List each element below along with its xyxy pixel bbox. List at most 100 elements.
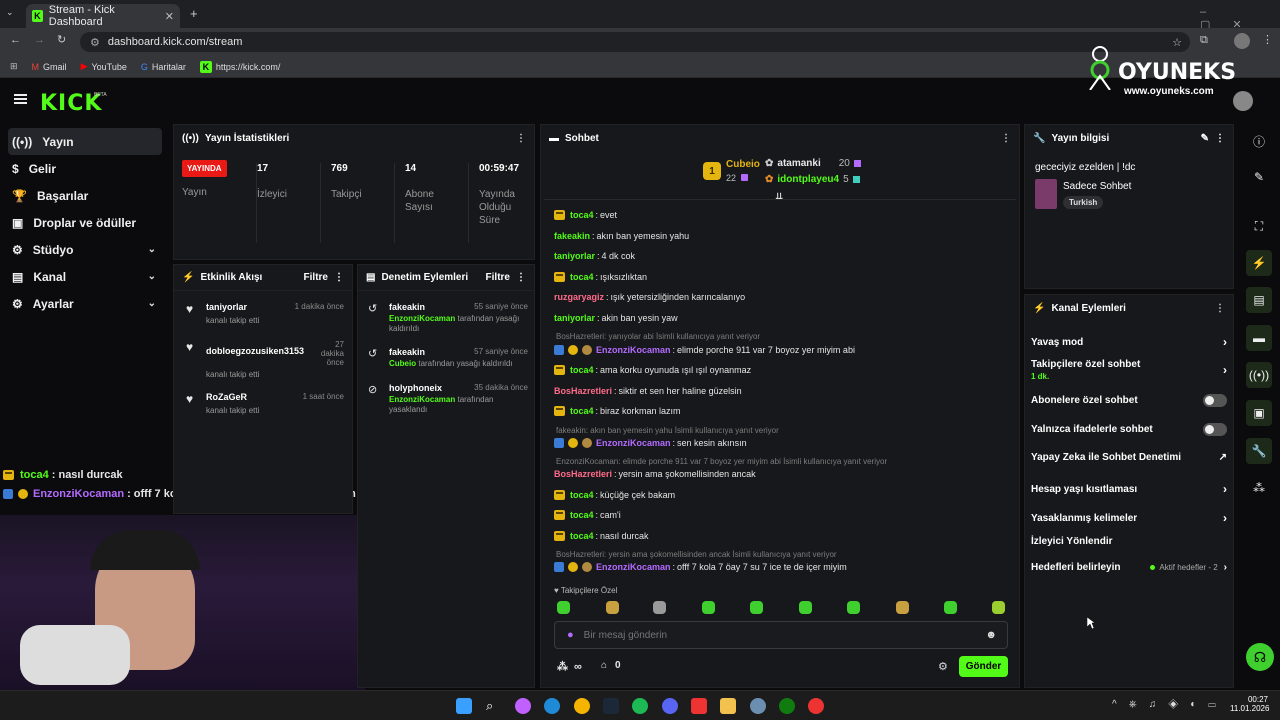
chat-username[interactable]: EnzonziKocaman: [596, 562, 671, 572]
top-gifter-name[interactable]: idontplayeu4: [777, 174, 839, 185]
emote-icon[interactable]: [557, 601, 570, 614]
emote-icon[interactable]: [847, 601, 860, 614]
more-options-icon[interactable]: ⋮: [516, 133, 526, 144]
emote-icon[interactable]: [750, 601, 763, 614]
more-options-icon[interactable]: ⋮: [334, 272, 344, 283]
shop-button[interactable]: ⌂ 0: [601, 660, 621, 671]
bookmark-gmail[interactable]: M Gmail: [32, 62, 67, 72]
users-icon[interactable]: ⁂: [1246, 475, 1272, 501]
chat-username[interactable]: toca4: [570, 406, 594, 416]
chat-username[interactable]: ruzgaryagiz: [554, 292, 604, 302]
emote-icon[interactable]: [992, 601, 1005, 614]
site-info-icon[interactable]: ⚙: [90, 36, 100, 49]
chrome-icon[interactable]: [574, 698, 590, 714]
app-icon[interactable]: [691, 698, 707, 714]
close-tab-icon[interactable]: ✕: [165, 10, 174, 23]
emoji-picker-icon[interactable]: ☻: [985, 629, 997, 641]
channel-action-row[interactable]: Yavaş mod ›: [1031, 335, 1227, 349]
channel-action-row[interactable]: Yalnızca ifadelerle sohbet: [1031, 423, 1227, 436]
spotify-icon[interactable]: [632, 698, 648, 714]
chat-input-box[interactable]: ● ☻: [554, 621, 1008, 649]
chat-username[interactable]: fakeakin: [554, 231, 590, 241]
sidebar-item-droplar[interactable]: ▣ Droplar ve ödüller: [0, 209, 170, 236]
windows-start-icon[interactable]: [456, 698, 472, 714]
chat-message-input[interactable]: [583, 629, 964, 641]
expand-chevron-icon[interactable]: ⇊: [775, 192, 783, 203]
steam-icon[interactable]: [603, 698, 619, 714]
tab-list-icon[interactable]: ⌄: [6, 7, 14, 18]
toggle-switch[interactable]: [1203, 394, 1227, 407]
info-icon[interactable]: ⓘ: [1246, 128, 1272, 154]
chat-username[interactable]: EnzonziKocaman: [596, 438, 671, 448]
emote-icon[interactable]: [799, 601, 812, 614]
send-button[interactable]: Gönder: [959, 656, 1008, 677]
channel-action-row[interactable]: Hesap yaşı kısıtlaması ›: [1031, 482, 1227, 496]
xbox-icon[interactable]: [779, 698, 795, 714]
filter-button[interactable]: Filtre: [304, 272, 328, 283]
chat-username[interactable]: BosHazretleri: [554, 469, 612, 479]
filter-button[interactable]: Filtre: [486, 272, 510, 283]
channel-action-row[interactable]: Hedefleri belirleyin Aktif hedefler - 2 ›: [1031, 562, 1227, 573]
top-gifter-name[interactable]: atamanki: [777, 158, 820, 169]
chat-username[interactable]: EnzonziKocaman: [596, 345, 671, 355]
sidebar-item-yayin[interactable]: ((•)) Yayın: [8, 128, 162, 155]
clock[interactable]: 00:27 11.01.2026: [1230, 695, 1269, 713]
emote-icon[interactable]: [944, 601, 957, 614]
more-options-icon[interactable]: ⋮: [1215, 133, 1225, 144]
chat-username[interactable]: toca4: [570, 531, 594, 541]
bookmark-youtube[interactable]: ▶ YouTube: [81, 61, 127, 72]
sidebar-item-kanal[interactable]: ▤ Kanal ⌄: [0, 263, 170, 290]
bookmark-kick[interactable]: Khttps://kick.com/: [199, 60, 280, 73]
channel-points[interactable]: ⁂ ∞: [557, 660, 582, 674]
edit-icon[interactable]: ✎: [1246, 164, 1272, 190]
emote-icon[interactable]: [896, 601, 909, 614]
back-icon[interactable]: ←: [10, 34, 21, 46]
settings-icon[interactable]: [750, 698, 766, 714]
channel-action-row[interactable]: Abonelere özel sohbet: [1031, 394, 1227, 407]
channel-action-row[interactable]: Takipçilere özel sohbet 1 dk. ›: [1031, 359, 1227, 381]
profile-avatar[interactable]: [1234, 33, 1250, 49]
hamburger-menu-icon[interactable]: [14, 94, 27, 104]
chat-username[interactable]: toca4: [570, 490, 594, 500]
more-options-icon[interactable]: ⋮: [1215, 303, 1225, 314]
broadcast-toggle-icon[interactable]: ((•)): [1246, 362, 1272, 388]
chat-username[interactable]: toca4: [570, 272, 594, 282]
edge-icon[interactable]: [544, 698, 560, 714]
forward-icon[interactable]: →: [34, 34, 45, 46]
reload-icon[interactable]: ↻: [57, 33, 66, 46]
moderator-name[interactable]: EnzonziKocaman: [389, 314, 455, 323]
category-name[interactable]: Sadece Sohbet: [1063, 181, 1131, 192]
more-options-icon[interactable]: ⋮: [1001, 133, 1011, 144]
moderator-name[interactable]: Cubeio: [389, 359, 416, 368]
support-headset-icon[interactable]: ☊: [1246, 643, 1274, 671]
user-avatar[interactable]: [1233, 91, 1253, 111]
more-options-icon[interactable]: ⋮: [516, 272, 526, 283]
language-tag[interactable]: Turkish: [1063, 196, 1104, 209]
channel-action-row[interactable]: İzleyici Yönlendir: [1031, 536, 1227, 547]
sidebar-item-ayarlar[interactable]: ⚙ Ayarlar ⌄: [0, 290, 170, 317]
new-tab-icon[interactable]: +: [190, 6, 198, 21]
obs-icon[interactable]: [808, 698, 824, 714]
file-explorer-icon[interactable]: [720, 698, 736, 714]
chat-username[interactable]: taniyorlar: [554, 313, 595, 323]
edit-pencil-icon[interactable]: ✎: [1201, 133, 1209, 144]
browser-menu-icon[interactable]: ⋮: [1262, 33, 1273, 46]
chat-settings-icon[interactable]: ⚙: [938, 660, 948, 673]
chat-username[interactable]: toca4: [570, 210, 594, 220]
discord-icon[interactable]: [662, 698, 678, 714]
wrench-toggle-icon[interactable]: 🔧: [1246, 438, 1272, 464]
notes-icon[interactable]: ▤: [1246, 287, 1272, 313]
emote-icon[interactable]: [606, 601, 619, 614]
bookmark-star-icon[interactable]: ☆: [1172, 36, 1182, 49]
sidebar-item-gelir[interactable]: $ Gelir: [0, 155, 170, 182]
quick-actions-icon[interactable]: ⚡: [1246, 250, 1272, 276]
toggle-switch[interactable]: [1203, 423, 1227, 436]
microphone-icon[interactable]: ●: [567, 629, 574, 641]
extensions-icon[interactable]: ⧉: [1200, 34, 1208, 47]
channel-action-row[interactable]: Yapay Zeka ile Sohbet Denetimi ↗: [1031, 452, 1227, 463]
category-thumbnail[interactable]: [1035, 179, 1057, 209]
chat-toggle-icon[interactable]: ▬: [1246, 325, 1272, 351]
chat-username[interactable]: toca4: [570, 510, 594, 520]
top-gifter-name[interactable]: Cubeio: [726, 159, 760, 170]
chat-username[interactable]: toca4: [570, 365, 594, 375]
